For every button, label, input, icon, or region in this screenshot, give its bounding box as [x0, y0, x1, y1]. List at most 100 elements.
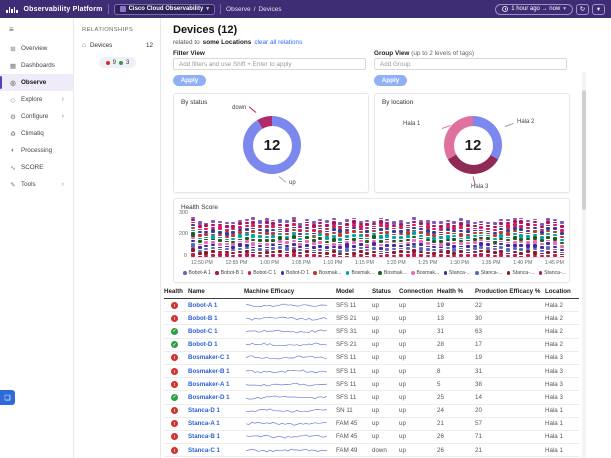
sidebar-item-overview[interactable]: ⊞Overview — [0, 40, 73, 57]
table-header-row: HealthNameMachine EfficacyModelStatusCon… — [164, 284, 579, 299]
breadcrumb-page: Devices — [258, 6, 281, 13]
workspace-switcher[interactable]: Cisco Cloud Observability ▾ — [114, 4, 215, 15]
column-header[interactable]: Model — [336, 288, 372, 295]
refresh-button[interactable]: ↻ — [576, 4, 589, 15]
clear-relations-link[interactable]: clear all relations — [254, 39, 302, 46]
device-name-link[interactable]: Bobot-D 1 — [188, 341, 244, 348]
sidebar-item-dashboards[interactable]: ▦Dashboards — [0, 57, 73, 74]
sidebar-item-label: SCORE — [21, 164, 43, 171]
time-range-picker[interactable]: 1 hour ago → now ▾ — [495, 4, 573, 15]
filter-input[interactable]: Add filters and use Shift + Enter to app… — [173, 58, 366, 70]
sidebar-item-tools[interactable]: ✎Tools› — [0, 176, 73, 193]
critical-health-icon: ! — [171, 420, 178, 427]
group-apply-button[interactable]: Apply — [374, 75, 407, 86]
connection-cell: up — [399, 447, 437, 454]
column-header[interactable]: Connection — [399, 288, 437, 295]
device-name-link[interactable]: Stanca-A 1 — [188, 420, 244, 427]
status-cell: up — [372, 394, 399, 401]
critical-health-icon: ! — [171, 407, 178, 414]
device-name-link[interactable]: Stanca-C 1 — [188, 447, 244, 454]
device-name-link[interactable]: Bosmaker-A 1 — [188, 381, 244, 388]
legend-item[interactable]: Bobot-B 1 — [215, 270, 243, 276]
device-name-link[interactable]: Bobot-A 1 — [188, 302, 244, 309]
legend-dot-icon — [313, 271, 317, 275]
legend-item[interactable]: Stanca-... — [507, 270, 534, 276]
scrollbar-thumb[interactable] — [582, 90, 586, 210]
page-title: Devices (12) — [173, 24, 237, 36]
column-header[interactable]: Machine Efficacy — [244, 288, 336, 295]
stacked-bar — [225, 221, 229, 257]
stacked-bar-plot — [191, 214, 564, 258]
relationships-item-devices[interactable]: ⌂ Devices 12 — [82, 42, 153, 49]
health-pct-cell: 18 — [437, 354, 475, 361]
y-tick-300: 300 — [179, 210, 188, 216]
legend-label: Bobot-C 1 — [253, 270, 276, 276]
workspace-icon — [120, 6, 126, 12]
stacked-bar — [352, 217, 356, 257]
legend-item[interactable]: Bobot-C 1 — [248, 270, 276, 276]
column-header[interactable]: Health % — [437, 288, 475, 295]
device-name-link[interactable]: Bobot-C 1 — [188, 328, 244, 335]
legend-label: Bosmak... — [417, 270, 440, 276]
device-name-link[interactable]: Bosmaker-C 1 — [188, 354, 244, 361]
machine-efficacy-sparkline — [244, 340, 330, 349]
sidebar-item-configure[interactable]: ⚙Configure› — [0, 108, 73, 125]
health-summary-badge[interactable]: 9 3 — [99, 57, 137, 68]
legend-item[interactable]: Bosmak... — [378, 270, 406, 276]
table-row: !Bosmaker-B 1SFS 11upup831Hala 3 — [164, 365, 579, 378]
breadcrumb-section[interactable]: Observe — [226, 6, 251, 13]
main-scrollbar[interactable] — [582, 72, 586, 458]
by-status-card: By status 12 down up — [173, 93, 369, 193]
production-efficacy-cell: 21 — [475, 447, 545, 454]
stacked-bar — [439, 220, 443, 257]
stacked-bar — [338, 221, 342, 257]
stacked-bar — [204, 222, 208, 257]
connection-cell: up — [399, 433, 437, 440]
device-name-link[interactable]: Stanca-B 1 — [188, 433, 244, 440]
device-name-link[interactable]: Bosmaker-D 1 — [188, 394, 244, 401]
legend-item[interactable]: Bosmak... — [313, 270, 341, 276]
device-name-link[interactable]: Stanca-D 1 — [188, 407, 244, 414]
sidebar-item-explore[interactable]: ◇Explore› — [0, 91, 73, 108]
group-input[interactable]: Add Group — [374, 58, 567, 70]
legend-item[interactable]: Bobot-D 1 — [281, 270, 309, 276]
stacked-bar — [406, 222, 410, 257]
feedback-button[interactable]: ❑ — [0, 390, 15, 405]
divider — [220, 4, 221, 14]
sidebar-item-processing[interactable]: ◐Processing — [0, 142, 73, 159]
stacked-bar — [540, 222, 544, 257]
sidebar-item-observe[interactable]: ◎Observe — [0, 74, 73, 91]
device-name-link[interactable]: Bobot-B 1 — [188, 315, 244, 322]
column-header[interactable]: Production Efficacy % — [475, 288, 545, 295]
by-status-title: By status — [181, 99, 207, 106]
sidebar-item-score[interactable]: ∿SCORE — [0, 159, 73, 176]
filter-apply-button[interactable]: Apply — [173, 75, 206, 86]
legend-item[interactable]: Stanca-... — [475, 270, 502, 276]
machine-efficacy-sparkline — [244, 301, 330, 310]
y-tick-200: 200 — [179, 231, 188, 237]
sidebar-item-climatiq[interactable]: ♻Climatiq — [0, 125, 73, 142]
legend-item[interactable]: Bosmak... — [346, 270, 374, 276]
legend-item[interactable]: Stanca-... — [444, 270, 471, 276]
stacked-bar — [432, 221, 436, 258]
legend-item[interactable]: Bobot-A 1 — [183, 270, 211, 276]
collapse-sidebar-icon[interactable]: ≡ — [0, 23, 73, 40]
model-cell: FAM 49 — [336, 447, 372, 454]
breadcrumb-separator: / — [254, 6, 256, 13]
device-name-link[interactable]: Bosmaker-B 1 — [188, 368, 244, 375]
status-cell: up — [372, 407, 399, 414]
status-cell: up — [372, 420, 399, 427]
legend-item[interactable]: Bosmak... — [411, 270, 439, 276]
chevron-right-icon: › — [62, 181, 64, 188]
legend-label: Stanca-... — [512, 270, 534, 276]
refresh-options-button[interactable]: ▾ — [592, 4, 605, 15]
legend-label: Bobot-B 1 — [221, 270, 244, 276]
table-row: !Stanca-B 1FAM 45upup2671Hala 1 — [164, 431, 579, 444]
clock-icon — [502, 6, 508, 12]
column-header[interactable]: Health — [164, 288, 188, 295]
column-header[interactable]: Name — [188, 288, 244, 295]
column-header[interactable]: Status — [372, 288, 399, 295]
legend-item[interactable]: Stanca-... — [539, 270, 566, 276]
legend-dot-icon — [346, 271, 350, 275]
x-tick-label: 1:25 PM — [418, 260, 437, 266]
